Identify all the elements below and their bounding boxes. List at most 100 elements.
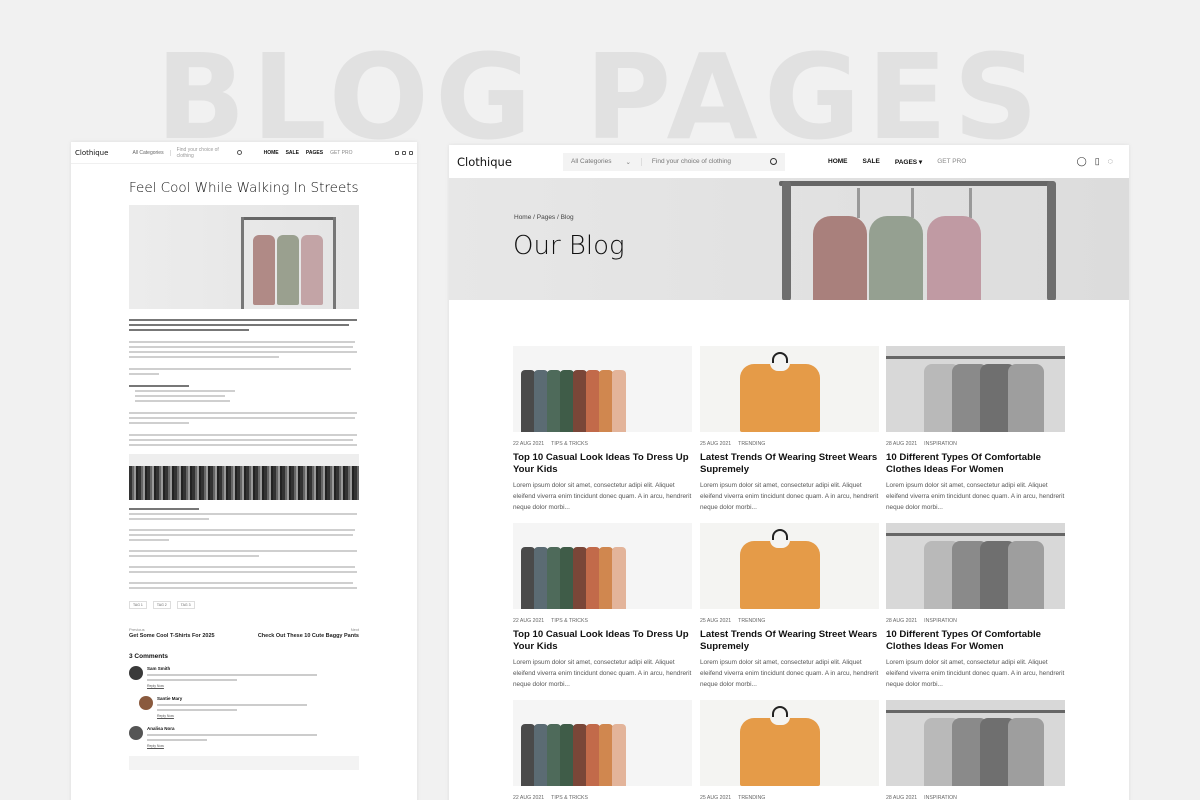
chevron-down-icon: ⌄ — [625, 158, 631, 166]
blog-card-title[interactable]: 10 Different Types Of Comfortable Clothe… — [886, 452, 1065, 476]
left-logo[interactable]: Clothique — [75, 149, 108, 157]
blog-card-title[interactable]: Latest Trends Of Wearing Street Wears Su… — [700, 629, 879, 653]
blog-post-preview: Clothique All Categories Find your choic… — [71, 142, 417, 800]
blog-card[interactable]: 25 AUG 2021 TRENDING Latest Trends Of Wear… — [700, 346, 879, 513]
post-navigation: Previous Get Some Cool T-Shirts For 2025… — [129, 627, 359, 639]
blog-card-category[interactable]: INSPIRATION — [924, 795, 957, 800]
nav-pages[interactable]: PAGES ▾ — [895, 158, 922, 166]
blog-card-image[interactable] — [513, 523, 692, 609]
blog-card-date: 25 AUG 2021 — [700, 618, 732, 624]
blog-card[interactable]: 22 AUG 2021 TIPS & TRICKS — [513, 700, 692, 800]
blog-card[interactable]: 28 AUG 2021 INSPIRATION 10 Different Types… — [886, 346, 1065, 513]
search-icon[interactable] — [770, 158, 777, 165]
blog-card-excerpt: Lorem ipsum dolor sit amet, consectetur … — [886, 482, 1065, 511]
blog-card-meta: 25 AUG 2021 TRENDING — [700, 795, 879, 800]
tag-chip[interactable]: TAG 2 — [152, 601, 171, 609]
blog-card-title[interactable]: 10 Different Types Of Comfortable Clothe… — [886, 629, 1065, 653]
comment: Sam Smith Reply Now — [129, 666, 359, 688]
blog-card-image[interactable] — [886, 523, 1065, 609]
blog-card-category[interactable]: TRENDING — [738, 618, 765, 624]
reply-link[interactable]: Reply Now — [147, 744, 317, 748]
cart-icon[interactable] — [409, 150, 413, 155]
cart-icon[interactable]: ◌ — [1108, 156, 1113, 167]
search-input[interactable]: Find your choice of clothing — [652, 158, 770, 165]
post-body — [129, 319, 359, 446]
blog-listing-preview: Clothique All Categories ⌄ Find your cho… — [449, 145, 1129, 800]
blog-card[interactable]: 25 AUG 2021 TRENDING — [700, 700, 879, 800]
left-nav-home[interactable]: HOME — [264, 150, 279, 156]
blog-card-image[interactable] — [513, 346, 692, 432]
tag-chip[interactable]: TAG 1 — [129, 601, 147, 609]
blog-card-date: 28 AUG 2021 — [886, 618, 918, 624]
avatar — [129, 666, 143, 680]
blog-card-category[interactable]: TRENDING — [738, 441, 765, 447]
logo[interactable]: Clothique — [457, 155, 563, 169]
reply-link[interactable]: Reply Now — [157, 714, 307, 718]
blog-card-date: 25 AUG 2021 — [700, 441, 732, 447]
comment: Santie Mary Reply Now — [139, 696, 359, 718]
breadcrumb[interactable]: Home / Pages / Blog — [514, 214, 574, 221]
blog-card-category[interactable]: TIPS & TRICKS — [551, 795, 588, 800]
blog-card[interactable]: 25 AUG 2021 TRENDING Latest Trends Of Wear… — [700, 523, 879, 690]
blog-card-title[interactable]: Top 10 Casual Look Ideas To Dress Up You… — [513, 452, 692, 476]
blog-card-title[interactable]: Top 10 Casual Look Ideas To Dress Up You… — [513, 629, 692, 653]
comments-heading: 3 Comments — [129, 653, 169, 660]
blog-card-meta: 28 AUG 2021 INSPIRATION — [886, 618, 1065, 624]
blog-card-date: 22 AUG 2021 — [513, 618, 545, 624]
blog-card-excerpt: Lorem ipsum dolor sit amet, consectetur … — [886, 659, 1065, 688]
bookmark-icon[interactable]: ▯ — [1095, 156, 1100, 167]
left-navbar: Clothique All Categories Find your choic… — [71, 142, 417, 164]
bookmark-icon[interactable] — [402, 150, 406, 155]
search-icon[interactable] — [236, 150, 242, 155]
blog-card-category[interactable]: INSPIRATION — [924, 618, 957, 624]
comment-form[interactable] — [129, 756, 359, 770]
blog-card-image[interactable] — [700, 346, 879, 432]
post-hero-image — [129, 205, 359, 309]
blog-card-category[interactable]: TIPS & TRICKS — [551, 441, 588, 447]
blog-card[interactable]: 22 AUG 2021 TIPS & TRICKS Top 10 Casual Lo… — [513, 346, 692, 513]
page-title: Our Blog — [513, 231, 625, 261]
post-title: Feel Cool While Walking In Streets — [129, 180, 359, 196]
blog-card-meta: 22 AUG 2021 TIPS & TRICKS — [513, 795, 692, 800]
user-icon[interactable]: ◯ — [1077, 156, 1087, 167]
blog-card[interactable]: 28 AUG 2021 INSPIRATION 10 Different Types… — [886, 523, 1065, 690]
nav-get-pro[interactable]: GET PRO — [937, 158, 966, 165]
blog-card-excerpt: Lorem ipsum dolor sit amet, consectetur … — [513, 659, 692, 688]
blog-card-meta: 28 AUG 2021 INSPIRATION — [886, 795, 1065, 800]
blog-card-category[interactable]: TIPS & TRICKS — [551, 618, 588, 624]
tag-chip[interactable]: TAG 3 — [176, 601, 195, 609]
nav-home[interactable]: HOME — [828, 158, 848, 165]
left-search-input[interactable]: Find your choice of clothing — [177, 147, 237, 159]
blog-card-date: 22 AUG 2021 — [513, 795, 545, 800]
left-category-select[interactable]: All Categories — [132, 149, 171, 156]
left-nav-pages[interactable]: PAGES — [306, 150, 323, 156]
left-nav-sale[interactable]: SALE — [286, 150, 299, 156]
category-select[interactable]: All Categories ⌄ — [571, 157, 642, 166]
blog-card[interactable]: 22 AUG 2021 TIPS & TRICKS Top 10 Casual Lo… — [513, 523, 692, 690]
user-icon[interactable] — [395, 150, 399, 155]
reply-link[interactable]: Reply Now — [147, 684, 317, 688]
blog-card-title[interactable]: Latest Trends Of Wearing Street Wears Su… — [700, 452, 879, 476]
blog-card-meta: 28 AUG 2021 INSPIRATION — [886, 441, 1065, 447]
blog-card-image[interactable] — [513, 700, 692, 786]
blog-card[interactable]: 28 AUG 2021 INSPIRATION — [886, 700, 1065, 800]
blog-card-category[interactable]: INSPIRATION — [924, 441, 957, 447]
previous-post-link[interactable]: Previous Get Some Cool T-Shirts For 2025 — [129, 627, 215, 639]
left-nav-get-pro[interactable]: GET PRO — [330, 150, 352, 156]
next-post-link[interactable]: Next Check Out These 10 Cute Baggy Pants — [258, 627, 359, 639]
blog-card-meta: 25 AUG 2021 TRENDING — [700, 441, 879, 447]
blog-card-image[interactable] — [886, 700, 1065, 786]
post-tags: TAG 1 TAG 2 TAG 3 — [129, 601, 359, 609]
post-inline-image — [129, 454, 359, 500]
blog-card-category[interactable]: TRENDING — [738, 795, 765, 800]
blog-card-image[interactable] — [886, 346, 1065, 432]
blog-card-excerpt: Lorem ipsum dolor sit amet, consectetur … — [513, 482, 692, 511]
blog-card-image[interactable] — [700, 523, 879, 609]
blog-card-date: 28 AUG 2021 — [886, 795, 918, 800]
nav-sale[interactable]: SALE — [863, 158, 880, 165]
blog-card-excerpt: Lorem ipsum dolor sit amet, consectetur … — [700, 482, 879, 511]
blog-card-meta: 22 AUG 2021 TIPS & TRICKS — [513, 618, 692, 624]
blog-card-meta: 25 AUG 2021 TRENDING — [700, 618, 879, 624]
page-banner: Home / Pages / Blog Our Blog — [449, 178, 1129, 300]
blog-card-image[interactable] — [700, 700, 879, 786]
